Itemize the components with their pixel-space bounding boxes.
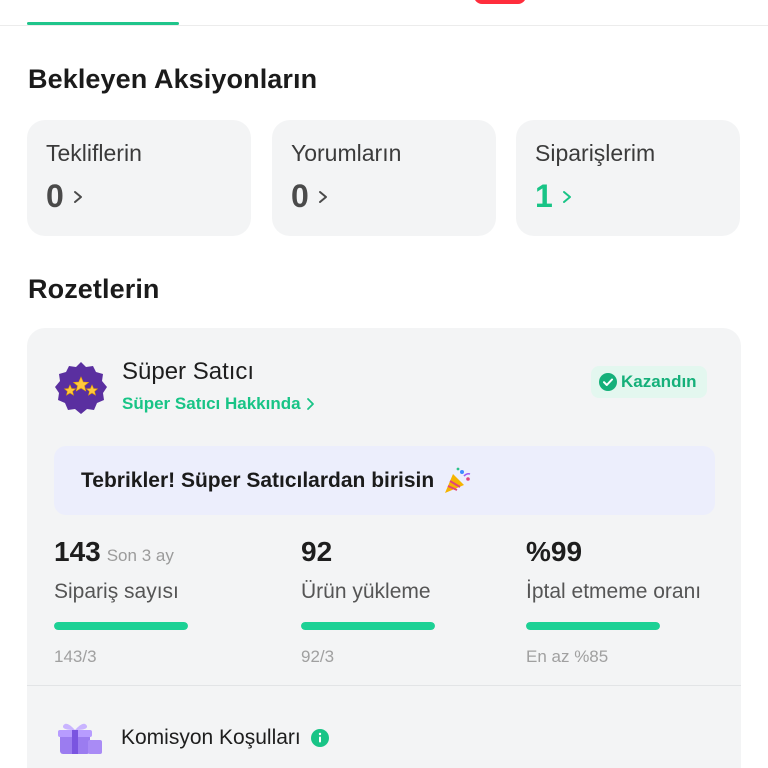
reviews-count-row: 0 [291, 178, 330, 215]
metric-product-uploads: 92 Ürün yükleme 92/3 [301, 536, 435, 666]
super-seller-stars-icon [55, 362, 107, 414]
congrats-banner: Tebrikler! Süper Satıcılardan birisin [54, 446, 715, 515]
reviews-label: Yorumların [291, 140, 402, 166]
progress-fill [301, 622, 435, 630]
metric-label: Ürün yükleme [301, 580, 431, 603]
offers-label: Tekliflerin [46, 140, 142, 166]
metric-target: 143/3 [54, 647, 97, 666]
metric-value: 143 [54, 536, 101, 567]
pending-actions-title: Bekleyen Aksiyonların [28, 64, 318, 94]
offers-count-row: 0 [46, 178, 85, 215]
check-circle-icon [599, 373, 617, 391]
gift-box-icon [58, 723, 102, 754]
metric-target: 92/3 [301, 647, 335, 666]
progress-bar [54, 622, 188, 630]
party-popper-icon [445, 467, 471, 493]
congrats-text: Tebrikler! Süper Satıcılardan birisin [81, 468, 435, 492]
active-tab-indicator [27, 22, 179, 25]
metric-label: Sipariş sayısı [54, 580, 179, 603]
orders-count-row: 1 [535, 178, 574, 215]
reviews-card[interactable]: Yorumların 0 [272, 120, 496, 236]
commission-title: Komisyon Koşulları [121, 726, 301, 749]
offers-count: 0 [46, 178, 64, 214]
top-tab-bar [0, 0, 768, 26]
chevron-right-icon [73, 190, 82, 203]
metric-value: %99 [526, 536, 583, 567]
metric-order-count: 143 Son 3 ay Sipariş sayısı 143/3 [54, 536, 188, 666]
notification-badge [474, 0, 526, 4]
progress-bar [526, 622, 660, 630]
chevron-right-icon [306, 398, 314, 410]
metric-non-cancel-rate: %99 İptal etmeme oranı En az %85 [526, 536, 701, 666]
chevron-right-icon [562, 190, 571, 203]
about-link-label: Süper Satıcı Hakkında [122, 394, 301, 413]
progress-bar [301, 622, 435, 630]
seller-dashboard: Bekleyen Aksiyonların Tekliflerin 0 Yoru… [0, 0, 768, 768]
status-label: Kazandın [621, 372, 697, 391]
about-super-seller-link[interactable]: Süper Satıcı Hakkında [122, 394, 315, 414]
commission-terms-row[interactable]: Komisyon Koşulları [54, 718, 329, 758]
metric-value: 92 [301, 536, 333, 567]
badges-title: Rozetlerin [28, 274, 160, 304]
badge-name: Süper Satıcı [122, 358, 255, 385]
orders-count: 1 [535, 178, 553, 214]
chevron-right-icon [318, 190, 327, 203]
reviews-count: 0 [291, 178, 309, 214]
info-icon[interactable] [310, 729, 329, 747]
offers-card[interactable]: Tekliflerin 0 [27, 120, 251, 236]
metric-target: En az %85 [526, 647, 609, 666]
status-badge: Kazandın [591, 366, 707, 398]
progress-fill [54, 622, 188, 630]
progress-fill [526, 622, 660, 630]
divider [27, 685, 741, 686]
orders-label: Siparişlerim [535, 140, 656, 166]
metric-label: İptal etmeme oranı [526, 580, 702, 603]
metric-period: Son 3 ay [106, 546, 174, 565]
super-seller-badge-panel: Süper Satıcı Süper Satıcı Hakkında Kazan… [27, 328, 741, 768]
orders-card[interactable]: Siparişlerim 1 [516, 120, 740, 236]
